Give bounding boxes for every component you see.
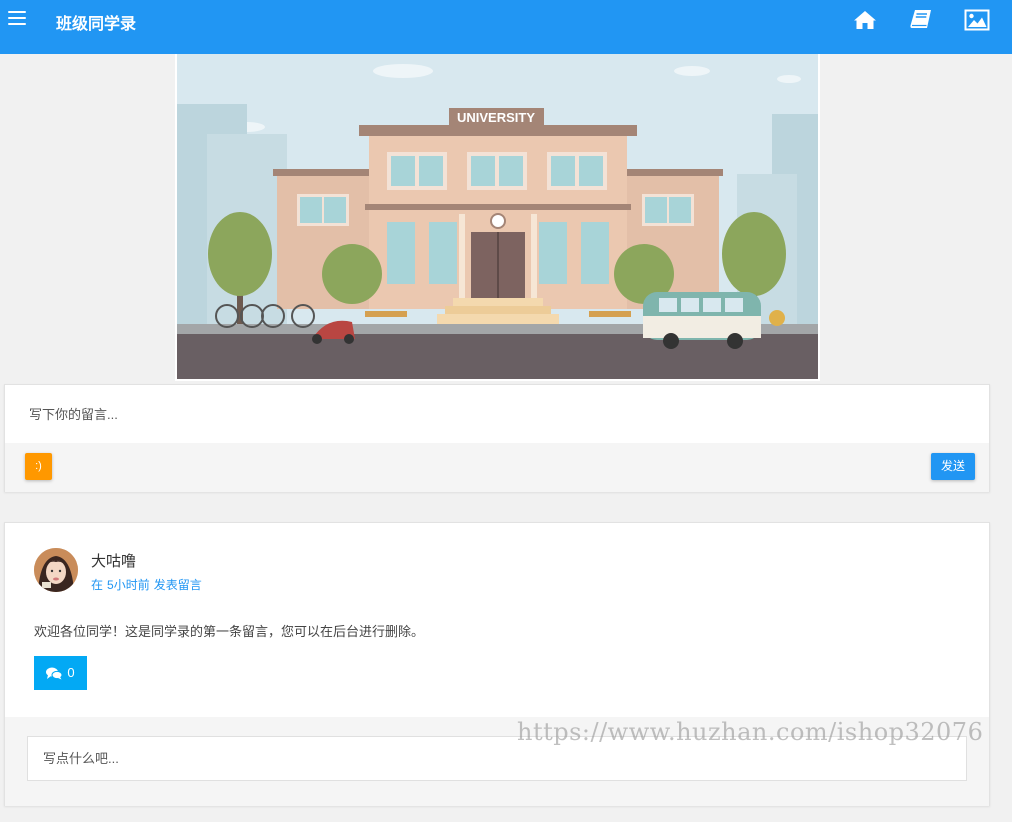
send-button[interactable]: 发送 — [931, 453, 975, 480]
post-time: 5小时前 — [107, 578, 150, 592]
reply-input[interactable] — [27, 736, 967, 781]
book-icon[interactable] — [908, 8, 934, 32]
comment-count: 0 — [67, 665, 75, 680]
meta-prefix: 在 — [91, 578, 104, 592]
comment-button[interactable]: 0 — [34, 656, 87, 690]
avatar[interactable] — [34, 548, 78, 592]
emoji-button[interactable]: :) — [25, 453, 52, 480]
message-card: 大咕噜 在 5小时前 发表留言 欢迎各位同学！这是同学录的第一条留言，您可以在后台进… — [4, 522, 990, 806]
university-sign: UNIVERSITY — [457, 110, 535, 125]
post-content: 欢迎各位同学！这是同学录的第一条留言，您可以在后台进行删除。 — [34, 624, 425, 639]
home-icon[interactable] — [852, 8, 878, 32]
top-bar: 班级同学录 — [0, 0, 1012, 54]
menu-icon[interactable] — [8, 11, 26, 27]
university-illustration: UNIVERSITY — [177, 54, 818, 379]
comments-icon — [46, 667, 63, 680]
banner-image: UNIVERSITY — [175, 54, 820, 381]
post-meta: 在 5小时前 发表留言 — [91, 576, 206, 593]
avatar-image — [34, 548, 78, 592]
message-input[interactable] — [5, 385, 989, 443]
reply-area — [5, 717, 989, 806]
image-icon[interactable] — [964, 8, 990, 32]
meta-suffix: 发表留言 — [153, 578, 202, 592]
author-name[interactable]: 大咕噜 — [91, 550, 136, 571]
compose-toolbar: :) 发送 — [5, 443, 989, 492]
app-title: 班级同学录 — [56, 16, 137, 33]
compose-card: :) 发送 — [4, 384, 990, 492]
top-nav-icons — [822, 8, 990, 32]
